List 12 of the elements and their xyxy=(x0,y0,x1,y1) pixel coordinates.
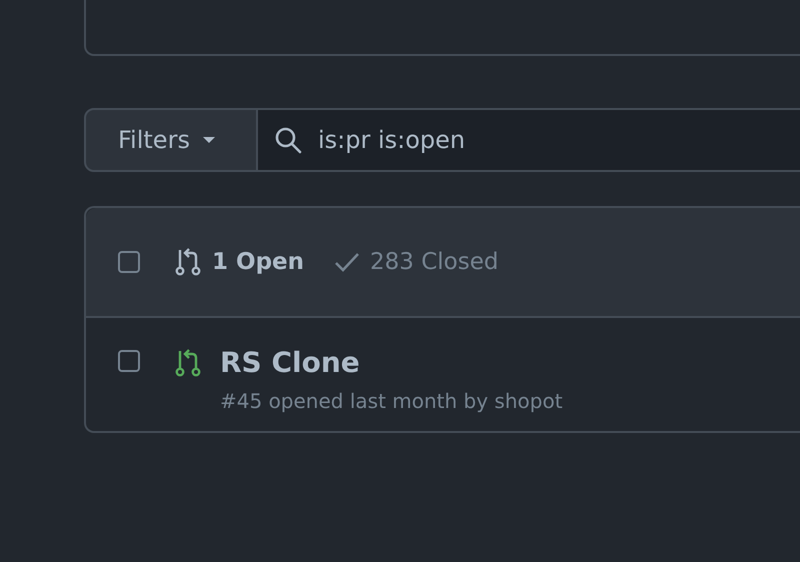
pull-request-meta: #45 opened last month by shopot xyxy=(220,389,563,413)
search-field[interactable]: is:pr is:open xyxy=(258,108,800,172)
state-filter-link[interactable]: 283 Closed xyxy=(334,249,498,275)
filters-button[interactable]: Filters xyxy=(84,108,258,172)
pull-request-icon xyxy=(174,247,202,277)
checkbox[interactable] xyxy=(118,251,140,273)
caret-icon xyxy=(202,136,216,144)
state-filter-link[interactable]: 1 Open xyxy=(174,247,304,277)
checkbox[interactable] xyxy=(118,350,140,372)
check-icon xyxy=(334,251,360,273)
pull-request-icon xyxy=(174,348,202,378)
pull-request-title[interactable]: RS Clone xyxy=(220,346,563,379)
